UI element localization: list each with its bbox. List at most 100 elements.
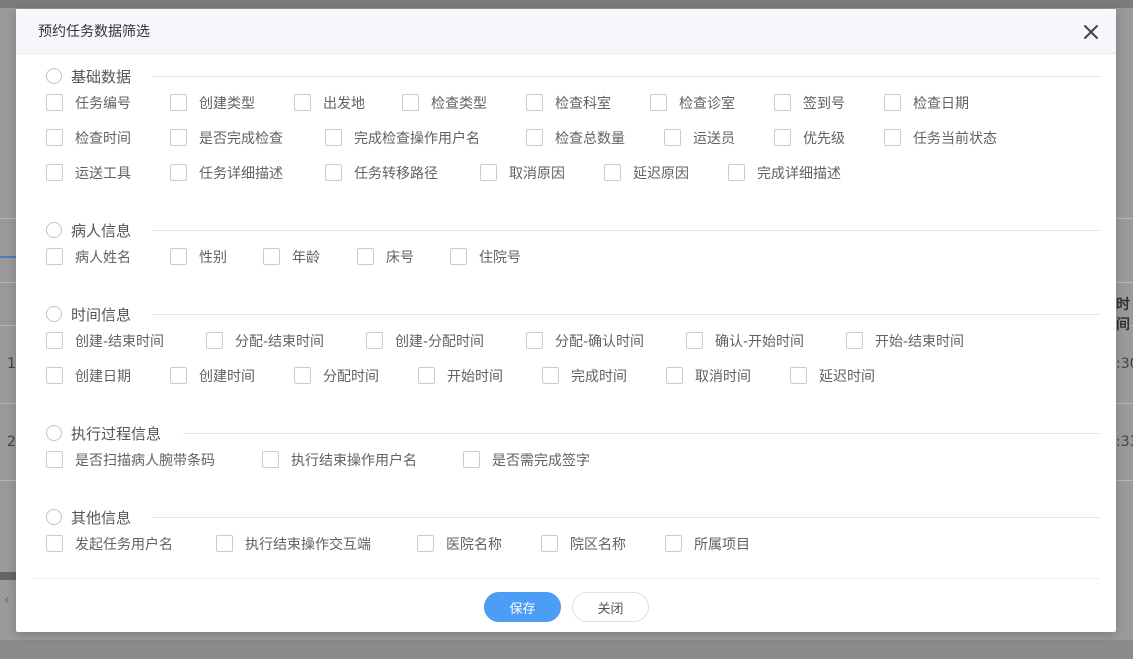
checkbox[interactable] (417, 535, 434, 552)
checkbox[interactable] (541, 535, 558, 552)
field-checkbox-item[interactable]: 创建-分配时间 (366, 323, 484, 358)
field-checkbox-item[interactable]: 优先级 (774, 120, 845, 155)
field-checkbox-item[interactable]: 床号 (357, 239, 414, 274)
checkbox[interactable] (46, 248, 63, 265)
field-checkbox-item[interactable]: 分配时间 (294, 358, 379, 393)
close-button[interactable]: 关闭 (572, 592, 649, 622)
checkbox[interactable] (526, 332, 543, 349)
checkbox[interactable] (463, 451, 480, 468)
field-checkbox-item[interactable]: 检查总数量 (526, 120, 625, 155)
checkbox[interactable] (402, 94, 419, 111)
field-checkbox-item[interactable]: 院区名称 (541, 526, 626, 561)
field-checkbox-item[interactable]: 病人姓名 (46, 239, 131, 274)
field-checkbox-item[interactable]: 开始时间 (418, 358, 503, 393)
field-checkbox-item[interactable]: 完成详细描述 (728, 155, 841, 190)
checkbox[interactable] (46, 367, 63, 384)
checkbox[interactable] (450, 248, 467, 265)
checkbox[interactable] (884, 94, 901, 111)
checkbox[interactable] (686, 332, 703, 349)
field-checkbox-item[interactable]: 检查科室 (526, 85, 611, 120)
section-select-all-radio[interactable] (46, 222, 62, 238)
checkbox[interactable] (263, 248, 280, 265)
field-checkbox-item[interactable]: 检查类型 (402, 85, 487, 120)
checkbox[interactable] (325, 164, 342, 181)
field-checkbox-item[interactable]: 任务详细描述 (170, 155, 283, 190)
checkbox[interactable] (774, 129, 791, 146)
field-checkbox-item[interactable]: 运送工具 (46, 155, 131, 190)
field-checkbox-item[interactable]: 完成检查操作用户名 (325, 120, 480, 155)
field-checkbox-item[interactable]: 性别 (170, 239, 227, 274)
checkbox[interactable] (294, 367, 311, 384)
checkbox[interactable] (650, 94, 667, 111)
checkbox[interactable] (206, 332, 223, 349)
field-checkbox-item[interactable]: 任务当前状态 (884, 120, 997, 155)
save-button[interactable]: 保存 (484, 592, 561, 622)
field-checkbox-item[interactable]: 延迟原因 (604, 155, 689, 190)
section-select-all-radio[interactable] (46, 68, 62, 84)
field-checkbox-item[interactable]: 任务编号 (46, 85, 131, 120)
section-select-all-radio[interactable] (46, 509, 62, 525)
checkbox[interactable] (357, 248, 374, 265)
checkbox[interactable] (664, 129, 681, 146)
field-checkbox-item[interactable]: 出发地 (294, 85, 365, 120)
checkbox[interactable] (170, 129, 187, 146)
checkbox[interactable] (666, 367, 683, 384)
field-checkbox-item[interactable]: 创建类型 (170, 85, 255, 120)
field-checkbox-item[interactable]: 完成时间 (542, 358, 627, 393)
field-checkbox-item[interactable]: 所属项目 (665, 526, 750, 561)
field-checkbox-item[interactable]: 发起任务用户名 (46, 526, 173, 561)
field-checkbox-item[interactable]: 执行结束操作交互端 (216, 526, 371, 561)
checkbox[interactable] (46, 451, 63, 468)
section-select-all-radio[interactable] (46, 425, 62, 441)
field-checkbox-item[interactable]: 创建日期 (46, 358, 131, 393)
checkbox[interactable] (774, 94, 791, 111)
field-checkbox-item[interactable]: 是否扫描病人腕带条码 (46, 442, 215, 477)
checkbox[interactable] (526, 129, 543, 146)
checkbox[interactable] (46, 535, 63, 552)
checkbox[interactable] (325, 129, 342, 146)
checkbox[interactable] (665, 535, 682, 552)
field-checkbox-item[interactable]: 是否需完成签字 (463, 442, 590, 477)
checkbox[interactable] (604, 164, 621, 181)
field-checkbox-item[interactable]: 创建时间 (170, 358, 255, 393)
field-checkbox-item[interactable]: 分配-结束时间 (206, 323, 324, 358)
field-checkbox-item[interactable]: 确认-开始时间 (686, 323, 804, 358)
field-checkbox-item[interactable]: 运送员 (664, 120, 735, 155)
field-checkbox-item[interactable]: 检查诊室 (650, 85, 735, 120)
field-checkbox-item[interactable]: 是否完成检查 (170, 120, 283, 155)
checkbox[interactable] (526, 94, 543, 111)
checkbox[interactable] (170, 94, 187, 111)
checkbox[interactable] (262, 451, 279, 468)
checkbox[interactable] (418, 367, 435, 384)
checkbox[interactable] (216, 535, 233, 552)
checkbox[interactable] (46, 332, 63, 349)
close-icon[interactable] (1082, 23, 1100, 41)
checkbox[interactable] (846, 332, 863, 349)
field-checkbox-item[interactable]: 年龄 (263, 239, 320, 274)
checkbox[interactable] (170, 248, 187, 265)
field-checkbox-item[interactable]: 分配-确认时间 (526, 323, 644, 358)
checkbox[interactable] (170, 367, 187, 384)
checkbox[interactable] (728, 164, 745, 181)
checkbox[interactable] (46, 94, 63, 111)
field-checkbox-item[interactable]: 开始-结束时间 (846, 323, 964, 358)
field-checkbox-item[interactable]: 创建-结束时间 (46, 323, 164, 358)
checkbox[interactable] (294, 94, 311, 111)
checkbox[interactable] (46, 129, 63, 146)
field-checkbox-item[interactable]: 医院名称 (417, 526, 502, 561)
field-checkbox-item[interactable]: 延迟时间 (790, 358, 875, 393)
field-checkbox-item[interactable]: 住院号 (450, 239, 521, 274)
field-checkbox-item[interactable]: 取消原因 (480, 155, 565, 190)
section-select-all-radio[interactable] (46, 306, 62, 322)
checkbox[interactable] (170, 164, 187, 181)
field-checkbox-item[interactable]: 签到号 (774, 85, 845, 120)
checkbox[interactable] (480, 164, 497, 181)
checkbox[interactable] (366, 332, 383, 349)
field-checkbox-item[interactable]: 检查日期 (884, 85, 969, 120)
checkbox[interactable] (542, 367, 559, 384)
field-checkbox-item[interactable]: 任务转移路径 (325, 155, 438, 190)
checkbox[interactable] (46, 164, 63, 181)
field-checkbox-item[interactable]: 取消时间 (666, 358, 751, 393)
field-checkbox-item[interactable]: 执行结束操作用户名 (262, 442, 417, 477)
checkbox[interactable] (790, 367, 807, 384)
